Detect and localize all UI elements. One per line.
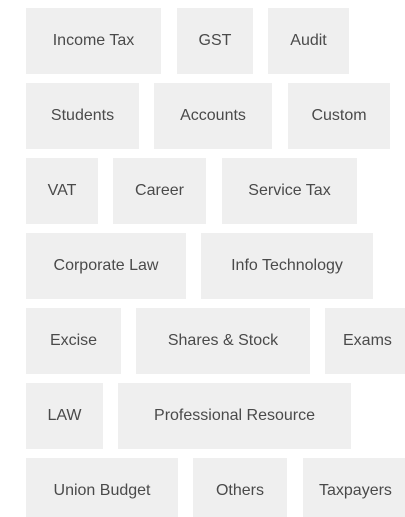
tag-income-tax[interactable]: Income Tax [26,8,161,74]
tag-excise[interactable]: Excise [26,308,121,374]
tag-info-technology[interactable]: Info Technology [201,233,373,299]
tag-exams[interactable]: Exams [325,308,405,374]
tag-service-tax[interactable]: Service Tax [222,158,357,224]
tag-gst[interactable]: GST [177,8,253,74]
tag-audit[interactable]: Audit [268,8,349,74]
tag-shares-stock[interactable]: Shares & Stock [136,308,310,374]
tag-vat[interactable]: VAT [26,158,98,224]
tag-cloud: Income Tax GST Audit Students Accounts C… [0,0,405,517]
tag-professional-resource[interactable]: Professional Resource [118,383,351,449]
tag-others[interactable]: Others [193,458,287,517]
tag-corporate-law[interactable]: Corporate Law [26,233,186,299]
tag-students[interactable]: Students [26,83,139,149]
tag-custom[interactable]: Custom [288,83,390,149]
tag-law[interactable]: LAW [26,383,103,449]
tag-accounts[interactable]: Accounts [154,83,272,149]
tag-taxpayers[interactable]: Taxpayers [303,458,405,517]
tag-union-budget[interactable]: Union Budget [26,458,178,517]
tag-career[interactable]: Career [113,158,206,224]
